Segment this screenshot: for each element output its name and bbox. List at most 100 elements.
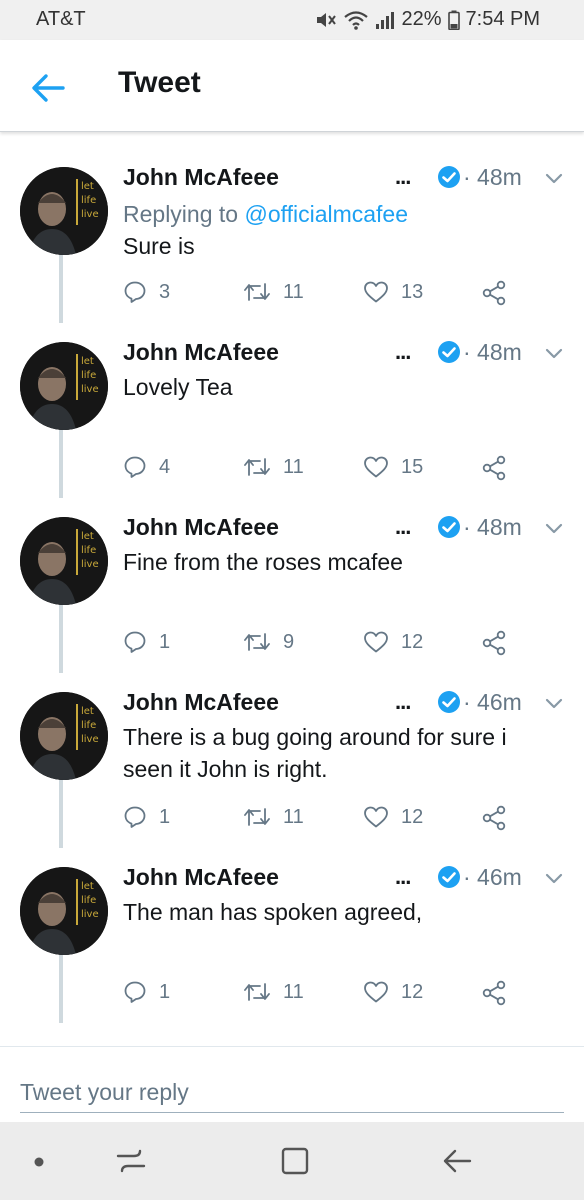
reply-input[interactable] <box>20 1073 564 1113</box>
author-name[interactable]: John McAfeee <box>123 339 279 366</box>
mute-icon <box>317 12 337 27</box>
like-button[interactable]: 12 <box>363 805 423 829</box>
status-bar: AT&T 22% 7:54 PM <box>0 0 584 40</box>
like-button[interactable]: 12 <box>363 630 423 654</box>
chevron-down-icon[interactable] <box>544 522 564 536</box>
tweet-text: There is a bug going around for sure i s… <box>123 724 507 782</box>
avatar-caption-word: live <box>81 909 99 920</box>
replying-to-label: Replying to <box>123 201 245 227</box>
avatar[interactable]: let life live <box>20 867 108 955</box>
tweet-actions: 4 11 15 <box>123 455 523 485</box>
tweet-text: Lovely Tea <box>123 374 233 400</box>
reply-handle-link[interactable]: @officialmcafee <box>244 201 408 227</box>
tweet-body: The man has spoken agreed, <box>123 896 543 928</box>
retweet-count: 11 <box>283 280 304 303</box>
tweet[interactable]: let life live John McAfeee ... · 48m Lov… <box>0 323 584 498</box>
verified-badge-icon <box>438 166 460 188</box>
verified-badge-icon <box>438 691 460 713</box>
avatar-caption-word: let <box>81 531 94 542</box>
chevron-down-icon[interactable] <box>544 347 564 361</box>
tweet-thread: let life live John McAfeee ... · 48m Rep… <box>0 148 584 1023</box>
share-button[interactable] <box>481 630 507 656</box>
retweet-button[interactable]: 11 <box>243 455 304 479</box>
verified-badge-icon <box>438 341 460 363</box>
reply-button[interactable]: 1 <box>123 630 170 654</box>
like-button[interactable]: 12 <box>363 980 423 1004</box>
retweet-icon <box>244 283 270 301</box>
home-icon[interactable] <box>278 1144 312 1178</box>
back-nav-icon[interactable] <box>440 1144 474 1178</box>
avatar[interactable]: let life live <box>20 342 108 430</box>
more-dots: ... <box>395 689 411 714</box>
tweet-header: John McAfeee ... · 48m <box>123 339 573 369</box>
avatar-caption-word: live <box>81 384 99 395</box>
tweet-actions: 1 11 12 <box>123 980 523 1010</box>
avatar-caption-word: live <box>81 209 99 220</box>
reply-button[interactable]: 1 <box>123 980 170 1004</box>
like-count: 12 <box>401 630 424 653</box>
like-button[interactable]: 13 <box>363 280 423 304</box>
share-button[interactable] <box>481 805 507 831</box>
share-icon <box>482 630 506 656</box>
heart-icon <box>364 281 388 303</box>
timestamp: · 46m <box>463 689 522 715</box>
dot-icon <box>34 1157 44 1167</box>
share-icon <box>482 980 506 1006</box>
chevron-down-icon[interactable] <box>544 697 564 711</box>
tweet[interactable]: let life live John McAfeee ... · 46m The… <box>0 848 584 1023</box>
author-name[interactable]: John McAfeee <box>123 164 279 191</box>
reply-button[interactable]: 3 <box>123 280 170 304</box>
replying-to: Replying to @officialmcafee <box>123 198 543 230</box>
author-name[interactable]: John McAfeee <box>123 514 279 541</box>
reply-icon <box>124 281 146 303</box>
reply-bar <box>0 1046 584 1122</box>
tweet-header: John McAfeee ... · 46m <box>123 689 573 719</box>
avatar[interactable]: let life live <box>20 517 108 605</box>
tweet[interactable]: let life live John McAfeee ... · 46m The… <box>0 673 584 848</box>
tweet-header: John McAfeee ... · 48m <box>123 164 573 194</box>
share-button[interactable] <box>481 980 507 1006</box>
recent-apps-icon[interactable] <box>114 1144 148 1178</box>
more-dots: ... <box>395 339 411 364</box>
reply-button[interactable]: 1 <box>123 805 170 829</box>
reply-count: 1 <box>159 980 171 1003</box>
more-dots: ... <box>395 864 411 889</box>
chevron-down-icon[interactable] <box>544 872 564 886</box>
arrow-left-icon <box>32 74 65 102</box>
thread-line <box>59 769 63 848</box>
avatar-caption-word: life <box>81 195 96 206</box>
carrier-label: AT&T <box>36 8 86 30</box>
share-button[interactable] <box>481 455 507 481</box>
author-name[interactable]: John McAfeee <box>123 864 279 891</box>
chevron-down-icon[interactable] <box>544 172 564 186</box>
reply-button[interactable]: 4 <box>123 455 170 479</box>
tweet-body: Fine from the roses mcafee <box>123 546 543 578</box>
like-count: 13 <box>401 280 424 303</box>
avatar[interactable]: let life live <box>20 167 108 255</box>
share-button[interactable] <box>481 280 507 306</box>
verified-badge-icon <box>438 866 460 888</box>
back-button[interactable] <box>28 68 68 108</box>
app-header: Tweet <box>0 40 584 132</box>
like-count: 15 <box>401 455 424 478</box>
like-button[interactable]: 15 <box>363 455 423 479</box>
reply-count: 4 <box>159 455 171 478</box>
avatar[interactable]: let life live <box>20 692 108 780</box>
tweet[interactable]: let life live John McAfeee ... · 48m Rep… <box>0 148 584 323</box>
retweet-button[interactable]: 9 <box>243 630 294 654</box>
retweet-button[interactable]: 11 <box>243 805 304 829</box>
retweet-button[interactable]: 11 <box>243 280 304 304</box>
tweet-text: The man has spoken agreed, <box>123 899 423 925</box>
heart-icon <box>364 631 388 653</box>
author-name[interactable]: John McAfeee <box>123 689 279 716</box>
timestamp: · 48m <box>463 514 522 540</box>
avatar-caption-word: live <box>81 734 99 745</box>
avatar-caption-word: let <box>81 881 94 892</box>
retweet-button[interactable]: 11 <box>243 980 304 1004</box>
page-title: Tweet <box>118 66 201 99</box>
tweet[interactable]: let life live John McAfeee ... · 48m Fin… <box>0 498 584 673</box>
like-count: 12 <box>401 805 424 828</box>
reply-icon <box>124 806 146 828</box>
timestamp: · 48m <box>463 339 522 365</box>
avatar-caption-word: life <box>81 895 96 906</box>
